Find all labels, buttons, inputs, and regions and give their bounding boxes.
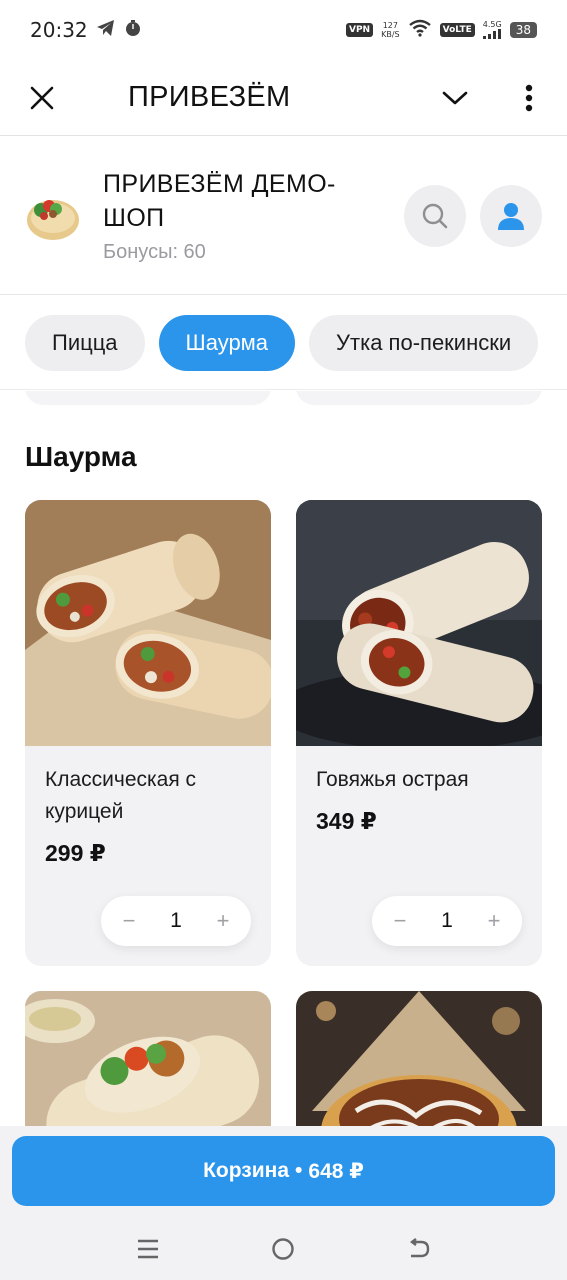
signal-bars-icon [483,28,502,39]
quantity-value: 1 [441,909,453,932]
home-circle-icon [272,1238,295,1260]
tab-peking-duck[interactable]: Утка по-пекински [309,314,539,371]
shop-name: ПРИВЕЗЁМ ДЕМО-ШОП [103,170,336,232]
shop-info: ПРИВЕЗЁМ ДЕМО-ШОП Бонусы: 60 [103,167,363,264]
network-speed-value: 127 [382,21,398,30]
telegram-icon [96,19,116,42]
quantity-stepper: − 1 + [372,896,522,946]
search-button[interactable] [404,184,466,247]
product-name: Классическая с курицей [45,768,197,823]
cart-button[interactable]: Корзина • 648 ₽ [12,1136,555,1206]
product-list[interactable]: Шаурма Классическая с курицей 299 ₽ − 1 … [0,391,567,1126]
bonus-balance: Бонусы: 60 [103,241,206,263]
user-icon [498,202,524,230]
product-card[interactable]: Говяжья острая 349 ₽ − 1 + [296,500,542,966]
quantity-stepper: − 1 + [101,896,251,946]
product-image-falafel-shawarma [25,991,271,1126]
recent-apps-button[interactable] [123,1224,173,1274]
home-button[interactable] [258,1224,308,1274]
product-image-spicy-beef-shawarma [296,500,542,746]
cart-total: 648 ₽ [308,1159,364,1183]
search-icon [422,203,448,228]
increase-button[interactable]: + [213,908,233,934]
product-card[interactable] [25,991,271,1126]
cart-separator: • [295,1159,303,1182]
decrease-button[interactable]: − [119,908,139,934]
increase-button[interactable]: + [484,908,504,934]
product-price: 349 ₽ [316,808,377,834]
signal-indicator: 4.5G [483,20,502,41]
status-bar: 20:32 VPN 127 KB/S VoLTE 4.5G 38 [0,0,567,60]
app-title: ПРИВЕЗЁМ [128,81,291,113]
decrease-button[interactable]: − [390,908,410,934]
shop-header: ПРИВЕЗЁМ ДЕМО-ШОП Бонусы: 60 [0,137,567,295]
network-speed-unit: KB/S [381,30,400,39]
menu-icon [137,1239,158,1259]
quantity-value: 1 [170,909,182,932]
status-time: 20:32 [30,18,88,42]
product-image-shawarma-fries [296,991,542,1126]
profile-button[interactable] [480,184,542,247]
wifi-icon [408,19,432,42]
more-vertical-icon [525,84,533,111]
close-icon [30,86,54,109]
app-bar: ПРИВЕЗЁМ [0,60,567,136]
vpn-badge: VPN [345,23,374,37]
cart-label: Корзина [203,1159,290,1182]
previous-card [25,391,271,405]
chevron-down-icon [442,91,468,104]
app-screen: 20:32 VPN 127 KB/S VoLTE 4.5G 38 ПРИВЕЗЁ… [0,0,567,1280]
status-left: 20:32 [30,18,142,42]
timer-icon [124,19,142,42]
previous-section-cards [25,391,542,405]
product-name: Говяжья острая [316,768,469,791]
previous-card [296,391,542,405]
shop-switcher-button[interactable] [427,70,483,126]
signal-type: 4.5G [482,19,502,29]
shop-actions [404,184,542,247]
back-icon [410,1238,430,1258]
product-card[interactable]: Классическая с курицей 299 ₽ − 1 + [25,500,271,966]
status-right: VPN 127 KB/S VoLTE 4.5G 38 [345,19,537,42]
back-button[interactable] [394,1224,444,1274]
tab-pizza[interactable]: Пицца [25,314,145,371]
shop-logo [27,199,79,240]
product-image-chicken-shawarma [25,500,271,746]
tab-shawarma[interactable]: Шаурма [158,314,296,371]
product-price: 299 ₽ [45,840,106,866]
network-speed: 127 KB/S [381,21,400,39]
more-menu-button[interactable] [501,70,557,126]
close-button[interactable] [14,70,70,126]
volte-badge: VoLTE [439,23,475,37]
system-nav-bar [0,1218,567,1280]
app-actions [427,70,567,126]
battery-level: 38 [509,22,537,38]
category-tabs: Пицца Шаурма Утка по-пекински [0,296,567,390]
bottom-area: Корзина • 648 ₽ [0,1126,567,1280]
product-card[interactable] [296,991,542,1126]
section-title: Шаурма [25,441,137,472]
